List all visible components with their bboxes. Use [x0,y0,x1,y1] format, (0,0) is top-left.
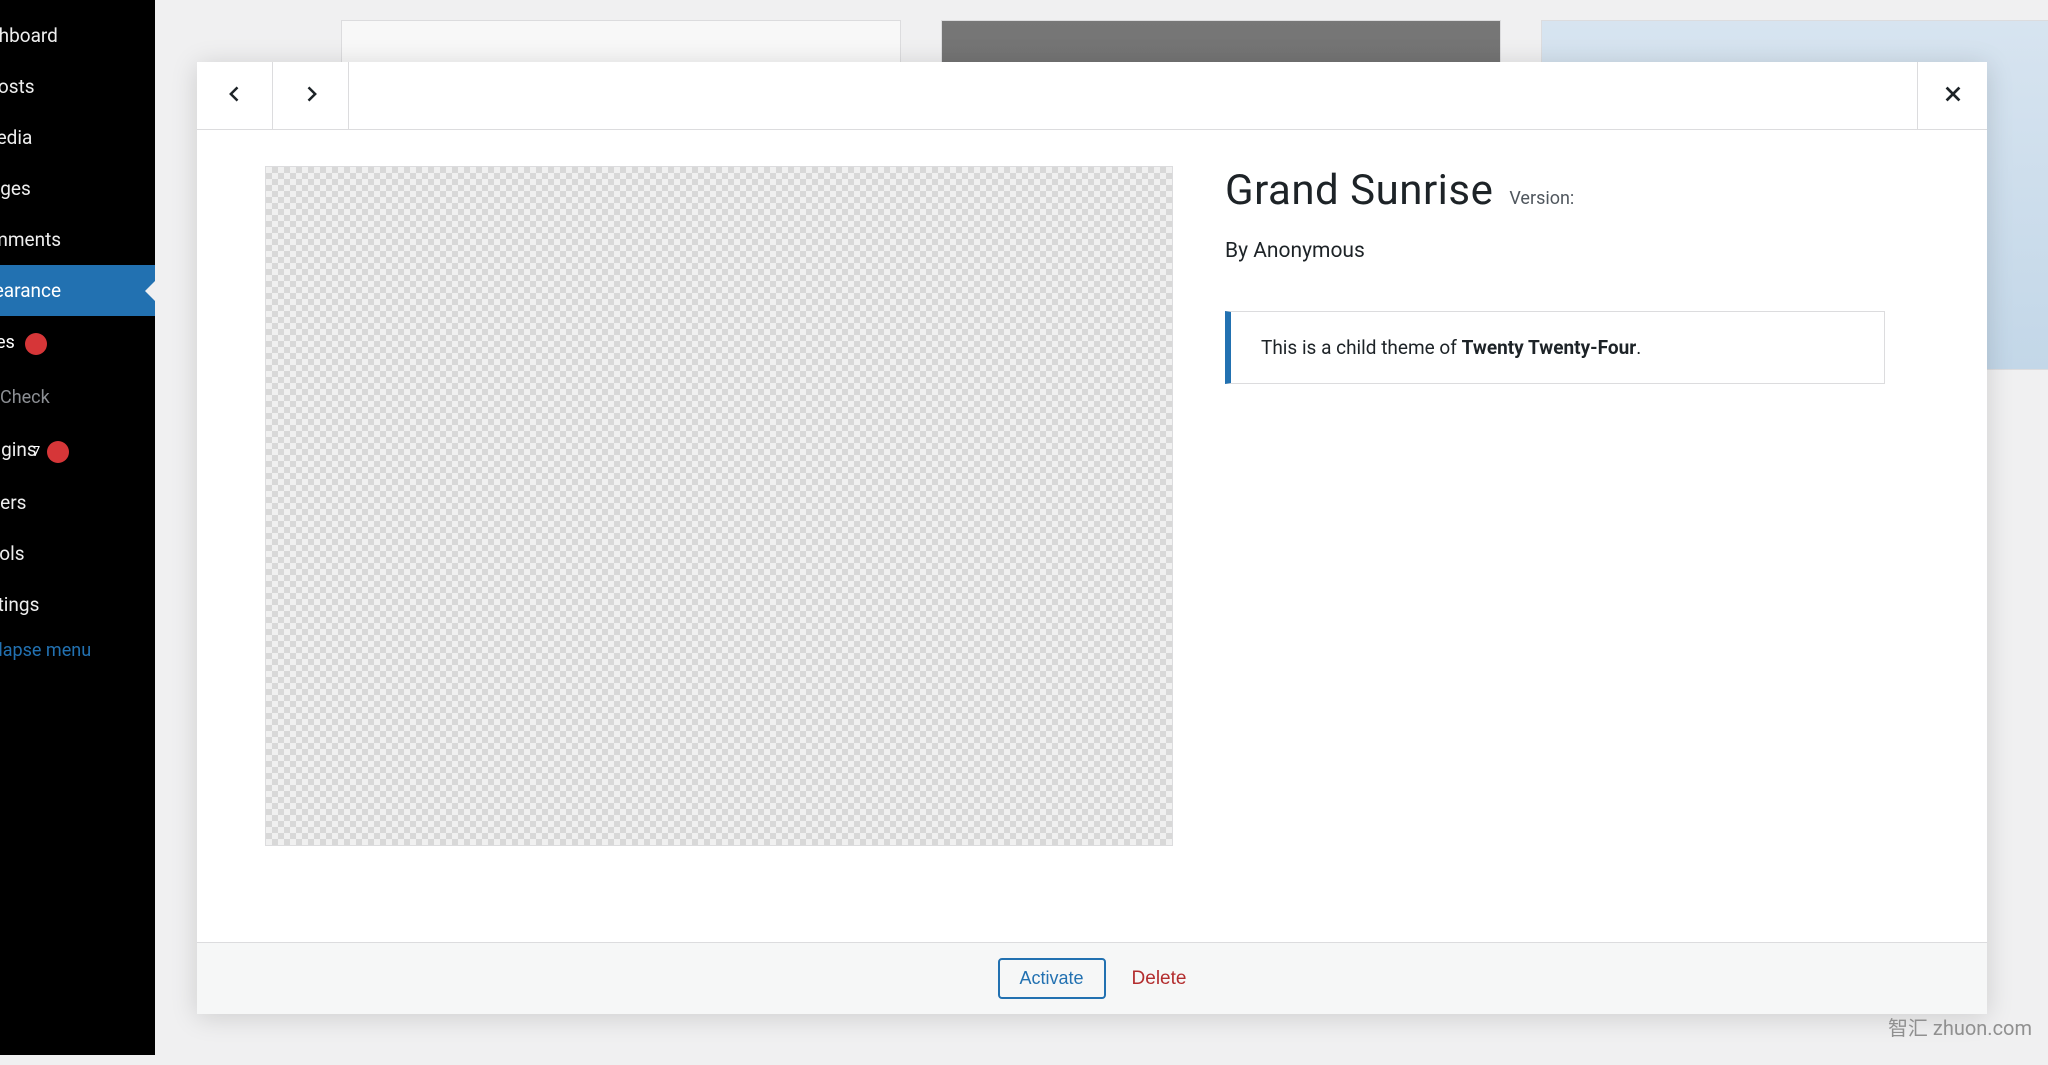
theme-author: By Anonymous [1225,239,1951,263]
sidebar-item-media[interactable]: Media [0,112,155,163]
theme-screenshot [265,166,1173,846]
parent-theme-name: Twenty Twenty-Four [1462,336,1637,359]
sidebar-item-posts[interactable]: Posts [0,61,155,112]
sidebar-item-tools[interactable]: Tools [0,528,155,579]
delete-button[interactable]: Delete [1132,968,1187,990]
collapse-menu[interactable]: Collapse menu [0,630,155,671]
notice-prefix: This is a child theme of [1261,336,1462,359]
submenu-item-theme-check[interactable]: Theme Check [0,379,155,416]
watermark-text: 智汇 zhuon.com [1888,1012,2032,1041]
theme-version-label: Version: [1509,188,1574,209]
sidebar-plugins-label: Plugins [0,438,37,461]
modal-header [197,62,1987,130]
close-icon [1942,83,1964,109]
activate-button[interactable]: Activate [998,958,1106,999]
submenu-themes-label: Themes [0,332,15,353]
theme-title: Grand Sunrise [1225,166,1493,215]
close-modal-button[interactable] [1917,62,1987,129]
theme-info-panel: Grand Sunrise Version: By Anonymous This… [1225,166,1951,922]
admin-sidebar: Dashboard Posts Media Pages Comments App… [0,0,155,1055]
submenu-spacer [0,363,155,379]
sidebar-item-users[interactable]: Users [0,477,155,528]
sidebar-item-comments[interactable]: Comments [0,214,155,265]
author-name: Anonymous [1253,239,1365,263]
theme-details-modal: Grand Sunrise Version: By Anonymous This… [197,62,1987,1014]
sidebar-item-settings[interactable]: Settings [0,579,155,630]
plugins-update-badge: 7 [47,441,69,463]
submenu-item-themes[interactable]: Themes 5 [0,324,155,363]
chevron-left-icon [225,84,245,108]
chevron-right-icon [301,84,321,108]
sidebar-item-pages[interactable]: Pages [0,163,155,214]
notice-suffix: . [1636,336,1641,359]
sidebar-item-plugins[interactable]: Plugins 7 [0,424,155,477]
themes-update-badge: 5 [25,333,47,355]
author-prefix: By [1225,239,1253,263]
prev-theme-button[interactable] [197,62,273,129]
sidebar-item-dashboard[interactable]: Dashboard [0,10,155,61]
child-theme-notice: This is a child theme of Twenty Twenty-F… [1225,311,1885,384]
appearance-submenu: Themes 5 Theme Check [0,316,155,424]
sidebar-item-appearance[interactable]: Appearance [0,265,155,316]
next-theme-button[interactable] [273,62,349,129]
modal-footer: Activate Delete [197,942,1987,1014]
modal-body: Grand Sunrise Version: By Anonymous This… [197,130,1987,942]
